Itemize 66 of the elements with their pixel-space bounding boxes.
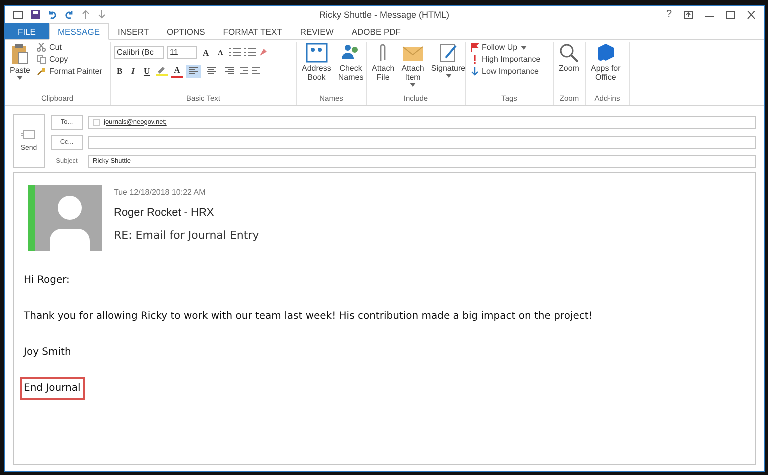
caret-icon (17, 76, 24, 80)
attach-file-button[interactable]: Attach File (370, 42, 397, 88)
bullet-list-icon (229, 48, 242, 57)
window-title: Ricky Shuttle - Message (HTML) (319, 10, 450, 20)
address-book-icon (306, 43, 328, 63)
zoom-button[interactable]: Zoom (557, 42, 582, 74)
align-icon (207, 67, 216, 75)
copy-button[interactable]: Copy (35, 54, 104, 65)
undo-icon (48, 10, 57, 19)
indent-icon (240, 67, 260, 75)
cc-field[interactable] (88, 136, 756, 148)
close-icon (747, 10, 756, 18)
signature-button[interactable]: Signature (429, 42, 468, 80)
redo-icon (65, 10, 74, 19)
scissors-icon (37, 43, 46, 52)
sender-name: Roger Rocket - HRX (114, 207, 216, 219)
save-icon (31, 10, 40, 19)
clear-format-icon (259, 48, 268, 57)
message-text: Thank you for allowing Ricky to work with our team last week! His contribution made a big impact on the project! (23, 310, 594, 324)
align-button[interactable] (186, 64, 202, 78)
message-text: End Journal (20, 377, 85, 400)
format-painter-button[interactable]: Format Painter (35, 66, 104, 77)
attach-item-button[interactable]: Attach Item (400, 42, 426, 88)
align-icon (189, 67, 198, 75)
sent-date: Tue 12/18/2018 10:22 AM (114, 188, 207, 197)
cut-button[interactable]: Cut (35, 42, 104, 53)
hexagon-icon (596, 43, 616, 63)
exclamation-icon (471, 55, 479, 64)
down-arrow-icon (98, 10, 106, 19)
message-text: Hi Roger: (23, 274, 71, 288)
mail-icon (13, 10, 23, 18)
font-color-button[interactable]: A (171, 64, 184, 78)
grow-font-button[interactable]: A (200, 46, 212, 59)
low-importance-button[interactable]: Low Importance (469, 66, 543, 77)
ribbon-display-icon (684, 10, 693, 18)
underline-button[interactable]: U (140, 64, 154, 78)
down-arrow-icon (471, 67, 479, 76)
ribbon-tab[interactable]: MESSAGE (48, 23, 109, 40)
clipboard-icon (11, 43, 30, 65)
help-button[interactable]: ? (666, 9, 672, 20)
highlighter-icon (156, 66, 168, 76)
apps-for-office-button[interactable]: Apps for Office (589, 42, 623, 84)
italic-button[interactable]: I (128, 64, 138, 78)
message-subject: RE: Email for Journal Entry (114, 229, 260, 242)
checkbox-icon (93, 118, 100, 126)
file-tab[interactable]: FILE (5, 23, 49, 39)
message-text: Joy Smith (22, 346, 72, 360)
caret-icon (520, 46, 527, 50)
address-book-button[interactable]: Address Book (300, 42, 334, 84)
brush-icon (37, 67, 46, 76)
bold-button[interactable]: B (114, 64, 126, 78)
maximize-icon (726, 10, 735, 18)
pen-document-icon (438, 43, 458, 63)
follow-up-button[interactable]: Follow Up (469, 42, 543, 53)
align-icon (225, 67, 234, 75)
numbered-list-icon (244, 48, 256, 57)
paste-button[interactable]: Paste (8, 42, 32, 82)
high-importance-button[interactable]: High Importance (469, 54, 543, 65)
check-names-button[interactable]: Check Names (336, 42, 366, 84)
search-icon (559, 43, 580, 63)
envelope-icon (21, 130, 37, 140)
up-arrow-icon (82, 10, 90, 19)
font-size-field[interactable]: 11 (167, 46, 197, 59)
flag-icon (471, 43, 479, 52)
copy-icon (37, 55, 46, 64)
font-name-field[interactable]: Calibri (Bc (114, 46, 164, 59)
